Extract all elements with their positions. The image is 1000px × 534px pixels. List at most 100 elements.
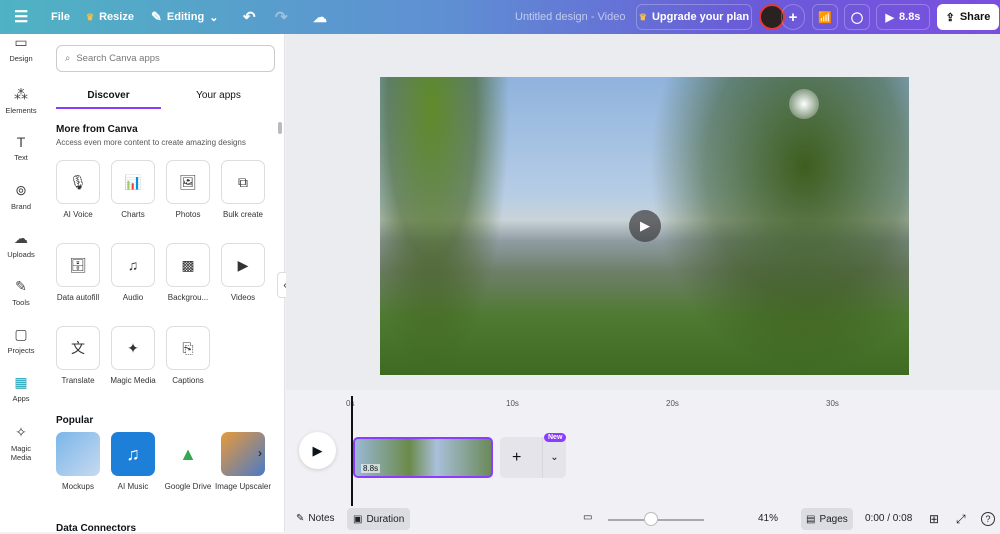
app-tile-magic-media[interactable]: ✦ — [111, 326, 155, 370]
resize-button[interactable]: ♛ Resize — [86, 11, 134, 23]
play-icon: ▶ — [885, 11, 895, 24]
app-tile-charts[interactable]: 📊 — [111, 160, 155, 204]
share-label: Share — [959, 11, 991, 23]
app-tile-label: Data autofill — [56, 293, 100, 302]
pages-button[interactable]: ▤ Pages — [801, 508, 853, 530]
insights-icon[interactable]: 📶 — [812, 4, 838, 30]
tab-discover[interactable]: Discover — [56, 90, 161, 101]
section-subtitle: Access even more content to create amazi… — [56, 138, 246, 147]
search-placeholder: Search Canva apps — [76, 53, 160, 64]
rail-label: Magic Media — [10, 444, 32, 462]
rail-item-uploads[interactable]: ☁ Uploads — [0, 230, 42, 259]
app-icon: ⧉ — [238, 173, 248, 190]
play-video-button[interactable]: ▶ — [629, 210, 661, 242]
cloud-saved-icon[interactable]: ☁ — [313, 9, 327, 26]
app-tile-bulk-create[interactable]: ⧉ — [221, 160, 265, 204]
thumbnail-view-icon[interactable]: ▭ — [583, 512, 592, 523]
upgrade-label: Upgrade your plan — [651, 11, 750, 23]
rail-item-text[interactable]: T Text — [0, 134, 42, 162]
app-icon: 📊 — [124, 173, 142, 190]
scrollbar[interactable] — [278, 122, 282, 134]
notes-button[interactable]: ✎ Notes — [296, 513, 335, 524]
notes-icon: ✎ — [296, 513, 305, 524]
magic-media-icon: ✧ — [15, 424, 27, 440]
rail-item-projects[interactable]: ▢ Projects — [0, 326, 42, 355]
app-tile-label: Captions — [172, 376, 204, 385]
zoom-slider-handle[interactable] — [643, 512, 658, 526]
search-icon: ⌕ — [65, 53, 71, 64]
rail-item-elements[interactable]: ⁂ Elements — [0, 86, 42, 115]
app-icon: ⎘ — [182, 339, 194, 356]
pencil-icon: ✎ — [151, 9, 162, 24]
new-badge: New — [544, 433, 567, 442]
app-tile-translate[interactable]: 文 — [56, 326, 100, 370]
app-icon: 文 — [71, 340, 85, 356]
chevron-down-icon[interactable]: ⌄ — [542, 437, 566, 478]
popular-app-google-drive[interactable]: ▲ — [166, 432, 210, 476]
elements-icon: ⁂ — [14, 86, 28, 102]
app-icon: 🎙 — [69, 173, 87, 190]
video-icon: ▣ — [353, 513, 363, 525]
active-tab-indicator — [56, 107, 161, 109]
present-button[interactable]: ▶ 8.8s — [876, 4, 930, 30]
design-title[interactable]: Untitled design - Video — [515, 11, 625, 23]
duration-label: Duration — [366, 513, 405, 525]
app-icon: ✦ — [127, 339, 139, 356]
share-button[interactable]: ⇪ Share — [937, 4, 999, 30]
help-icon[interactable]: ? — [981, 512, 995, 526]
design-icon: ▭ — [14, 34, 28, 50]
app-tile-backgrou-[interactable]: ▩ — [166, 243, 210, 287]
app-tile-label: Bulk create — [222, 210, 264, 219]
app-icon: ▩ — [181, 256, 195, 273]
uploads-icon: ☁ — [14, 230, 28, 246]
app-icon: ♫ — [127, 257, 139, 273]
file-menu[interactable]: File — [51, 11, 70, 23]
app-tile-photos[interactable]: 🖼 — [166, 160, 210, 204]
app-tile-ai-voice[interactable]: 🎙 — [56, 160, 100, 204]
scroll-right-icon[interactable]: › — [258, 446, 262, 460]
app-tile-captions[interactable]: ⎘ — [166, 326, 210, 370]
search-input[interactable]: ⌕ Search Canva apps — [56, 45, 275, 72]
rail-label: Brand — [10, 202, 31, 211]
tab-your-apps[interactable]: Your apps — [166, 90, 271, 101]
rail-label: Apps — [12, 394, 30, 403]
upgrade-button[interactable]: ♛ Upgrade your plan — [636, 4, 752, 30]
app-icon: 🖼 — [179, 173, 197, 190]
zoom-level[interactable]: 41% — [758, 513, 778, 524]
fullscreen-icon[interactable]: ⤢ — [956, 512, 966, 527]
apps-icon: ▦ — [14, 374, 28, 390]
add-collaborator-button[interactable]: + — [781, 4, 805, 30]
rail-item-apps[interactable]: ▦ Apps — [0, 374, 42, 403]
notes-label: Notes — [308, 513, 335, 524]
timeline-play-button[interactable]: ▶ — [299, 432, 336, 469]
app-tile-label: Charts — [121, 210, 145, 219]
redo-icon[interactable]: ↷ — [275, 8, 288, 26]
popular-app-mockups[interactable] — [56, 432, 100, 476]
projects-icon: ▢ — [14, 326, 28, 342]
text-icon: T — [16, 134, 26, 150]
duration-button[interactable]: ▣ Duration — [347, 508, 411, 530]
rail-item-tools[interactable]: ✎ Tools — [0, 278, 42, 307]
rail-label: Projects — [7, 346, 35, 355]
rail-item-design[interactable]: ▭ Design — [0, 34, 42, 63]
video-clip[interactable]: 8.8s — [353, 437, 493, 478]
video-frame[interactable]: ▶ — [380, 77, 909, 375]
menu-icon[interactable]: ☰ — [14, 7, 28, 27]
comment-icon[interactable]: ◯ — [844, 4, 870, 30]
editing-dropdown[interactable]: ✎ Editing ⌄ — [151, 9, 218, 25]
app-tile-audio[interactable]: ♫ — [111, 243, 155, 287]
rail-label: Uploads — [7, 250, 35, 259]
rail-item-magic-media[interactable]: ✧ Magic Media — [0, 424, 42, 462]
grid-view-icon[interactable]: ⊞ — [929, 512, 939, 526]
undo-icon[interactable]: ↶ — [243, 8, 256, 26]
app-tile-data-autofill[interactable]: 🗄 — [56, 243, 100, 287]
popular-app-label: AI Music — [117, 482, 149, 491]
rail-item-brand[interactable]: ⊚ Brand — [0, 182, 42, 211]
app-tile-videos[interactable]: ▶ — [221, 243, 265, 287]
rail-label: Elements — [5, 106, 37, 115]
popular-app-ai-music[interactable]: ♫ — [111, 432, 155, 476]
app-icon: ▶ — [237, 256, 249, 273]
popular-app-label: Mockups — [61, 482, 94, 491]
app-icon: 🗄 — [69, 256, 87, 273]
add-page-button[interactable]: + — [500, 437, 548, 478]
